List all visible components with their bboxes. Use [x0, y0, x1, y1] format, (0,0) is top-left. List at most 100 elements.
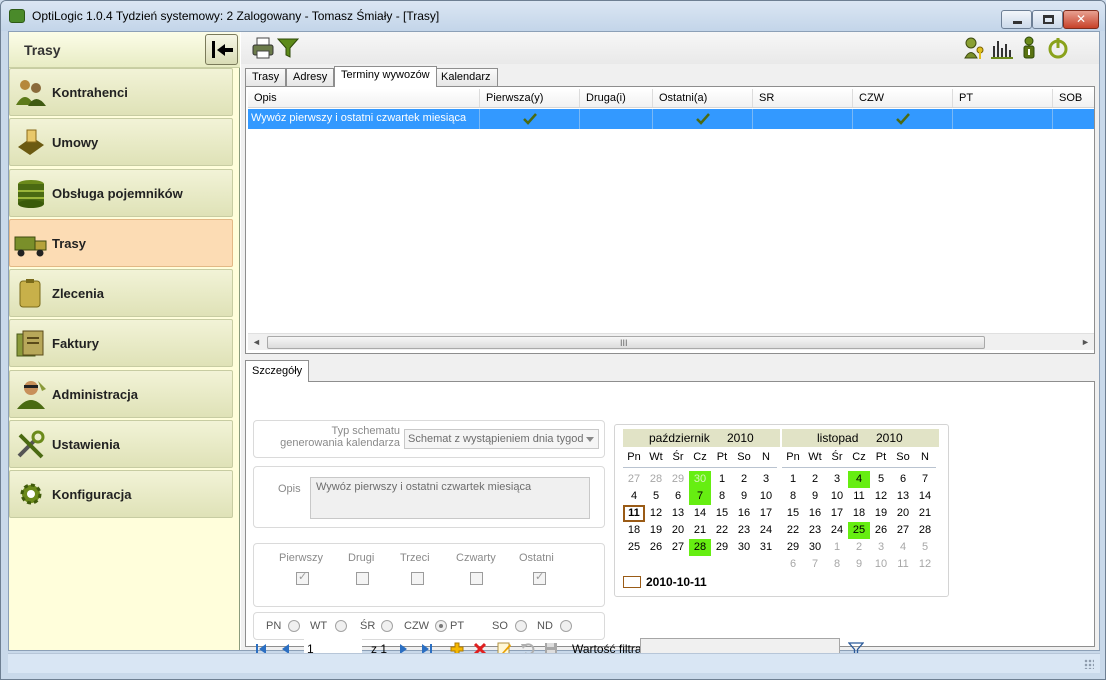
calendar-day[interactable]: 16: [733, 505, 755, 522]
calendar-day[interactable]: 1: [711, 471, 733, 488]
calendar-day[interactable]: 29: [711, 539, 733, 556]
calendar-day[interactable]: 9: [733, 488, 755, 505]
cell-ostatni[interactable]: [653, 109, 753, 129]
calendar-day[interactable]: 31: [755, 539, 777, 556]
calendar-day[interactable]: 6: [667, 488, 689, 505]
calendar-day[interactable]: 15: [782, 505, 804, 522]
today-link[interactable]: 2010-10-11: [646, 575, 707, 589]
table-row[interactable]: Wywóz pierwszy i ostatni czwartek miesią…: [248, 109, 1094, 129]
column-header-sr[interactable]: SR: [753, 89, 853, 107]
cell-opis[interactable]: Wywóz pierwszy i ostatni czwartek miesią…: [248, 109, 480, 129]
weekday-radio-czw[interactable]: [435, 620, 447, 632]
weekday-radio-wt[interactable]: [335, 620, 347, 632]
calendar-day[interactable]: 17: [755, 505, 777, 522]
collapse-sidebar-button[interactable]: [205, 34, 238, 65]
tab-szczegoly[interactable]: Szczegóły: [245, 360, 310, 382]
calendar-day[interactable]: 7: [804, 556, 826, 573]
filter-icon[interactable]: [276, 36, 300, 60]
minimize-button[interactable]: [1001, 10, 1032, 29]
calendar-day[interactable]: 1: [826, 539, 848, 556]
title-bar[interactable]: OptiLogic 1.0.4 Tydzień systemowy: 2 Zal…: [1, 1, 1105, 31]
calendar-day[interactable]: 27: [667, 539, 689, 556]
calendar[interactable]: 2010-10-11 październik 2010 Pn Wt Śr Cz Pt So N 2…: [614, 424, 949, 597]
sidebar-item-konfiguracja[interactable]: Konfiguracja: [9, 470, 233, 519]
calendar-day[interactable]: 18: [623, 522, 645, 539]
calendar-day[interactable]: 8: [826, 556, 848, 573]
occurrence-checkbox-ostatni[interactable]: [533, 570, 546, 585]
cell-druga[interactable]: [580, 109, 653, 129]
scrollbar-thumb[interactable]: III: [267, 336, 985, 349]
calendar-day[interactable]: 23: [733, 522, 755, 539]
calendar-day[interactable]: 30: [733, 539, 755, 556]
occurrence-checkbox-trzeci[interactable]: [411, 572, 424, 585]
calendar-day[interactable]: 11: [848, 488, 870, 505]
calendar-day[interactable]: 2: [848, 539, 870, 556]
calendar-day[interactable]: 30: [689, 471, 711, 488]
calendar-day[interactable]: 24: [755, 522, 777, 539]
calendar-day[interactable]: 6: [892, 471, 914, 488]
calendar-day[interactable]: 25: [623, 539, 645, 556]
calendar-day[interactable]: 19: [645, 522, 667, 539]
calendar-day[interactable]: 2: [804, 471, 826, 488]
sidebar-item-umowy[interactable]: Umowy: [9, 118, 233, 167]
calendar-day[interactable]: 2: [733, 471, 755, 488]
calendar-day[interactable]: 16: [804, 505, 826, 522]
schema-type-dropdown[interactable]: Schemat z wystąpieniem dnia tygod: [404, 429, 599, 449]
calendar-day[interactable]: 15: [711, 505, 733, 522]
calendar-day[interactable]: 4: [623, 488, 645, 505]
scroll-left-icon[interactable]: ◄: [248, 334, 265, 351]
calendar-day[interactable]: 29: [667, 471, 689, 488]
calendar-day[interactable]: 11: [623, 505, 645, 522]
column-header-opis[interactable]: Opis: [248, 89, 480, 107]
tab-trasy[interactable]: Trasy: [245, 68, 287, 86]
calendar-day[interactable]: 1: [782, 471, 804, 488]
cell-sob[interactable]: [1053, 109, 1094, 129]
calendar-day[interactable]: 3: [755, 471, 777, 488]
calendar-day[interactable]: 25: [848, 522, 870, 539]
print-icon[interactable]: [251, 36, 275, 60]
weekday-radio-nd[interactable]: [560, 620, 572, 632]
calendar-day[interactable]: 28: [689, 539, 711, 556]
cell-czw[interactable]: [853, 109, 953, 129]
calendar-day[interactable]: 7: [689, 488, 711, 505]
calendar-day[interactable]: 14: [689, 505, 711, 522]
calendar-day[interactable]: 27: [892, 522, 914, 539]
statistics-icon[interactable]: [990, 36, 1014, 60]
calendar-day[interactable]: 28: [645, 471, 667, 488]
calendar-day[interactable]: 7: [914, 471, 936, 488]
sidebar-item-faktury[interactable]: Faktury: [9, 319, 233, 368]
calendar-day[interactable]: 26: [870, 522, 892, 539]
sidebar-item-administracja[interactable]: Administracja: [9, 369, 233, 418]
column-header-pierwsza[interactable]: Pierwsza(y): [480, 89, 580, 107]
occurrence-checkbox-czwarty[interactable]: [470, 572, 483, 585]
calendar-day[interactable]: 8: [711, 488, 733, 505]
maximize-button[interactable]: [1032, 10, 1063, 29]
weekday-radio-so[interactable]: [515, 620, 527, 632]
column-header-sob[interactable]: SOB: [1053, 89, 1094, 107]
calendar-day[interactable]: 10: [826, 488, 848, 505]
sidebar-item-obsługa-pojemników[interactable]: Obsługa pojemników: [9, 168, 233, 217]
sidebar-item-ustawienia[interactable]: Ustawienia: [9, 420, 233, 469]
user-key-icon[interactable]: [963, 36, 987, 60]
calendar-day[interactable]: 27: [623, 471, 645, 488]
tab-terminy-wywozow[interactable]: Terminy wywozów: [334, 66, 437, 87]
calendar-day[interactable]: 17: [826, 505, 848, 522]
calendar-day[interactable]: 4: [892, 539, 914, 556]
weekday-radio-śr[interactable]: [381, 620, 393, 632]
user-info-icon[interactable]: [1017, 36, 1041, 60]
calendar-day[interactable]: 3: [826, 471, 848, 488]
weekday-radio-pn[interactable]: [288, 620, 300, 632]
tab-kalendarz[interactable]: Kalendarz: [434, 68, 498, 86]
occurrence-checkbox-pierwszy[interactable]: [296, 570, 309, 585]
calendar-day[interactable]: 13: [667, 505, 689, 522]
calendar-day[interactable]: 30: [804, 539, 826, 556]
horizontal-scrollbar[interactable]: ◄ III ►: [248, 333, 1094, 350]
calendar-day[interactable]: 6: [782, 556, 804, 573]
calendar-day[interactable]: 5: [870, 471, 892, 488]
calendar-day[interactable]: 4: [848, 471, 870, 488]
calendar-day[interactable]: 13: [892, 488, 914, 505]
cell-sr[interactable]: [753, 109, 853, 129]
calendar-day[interactable]: 5: [645, 488, 667, 505]
sidebar-item-trasy[interactable]: Trasy: [9, 218, 233, 267]
calendar-day[interactable]: 3: [870, 539, 892, 556]
